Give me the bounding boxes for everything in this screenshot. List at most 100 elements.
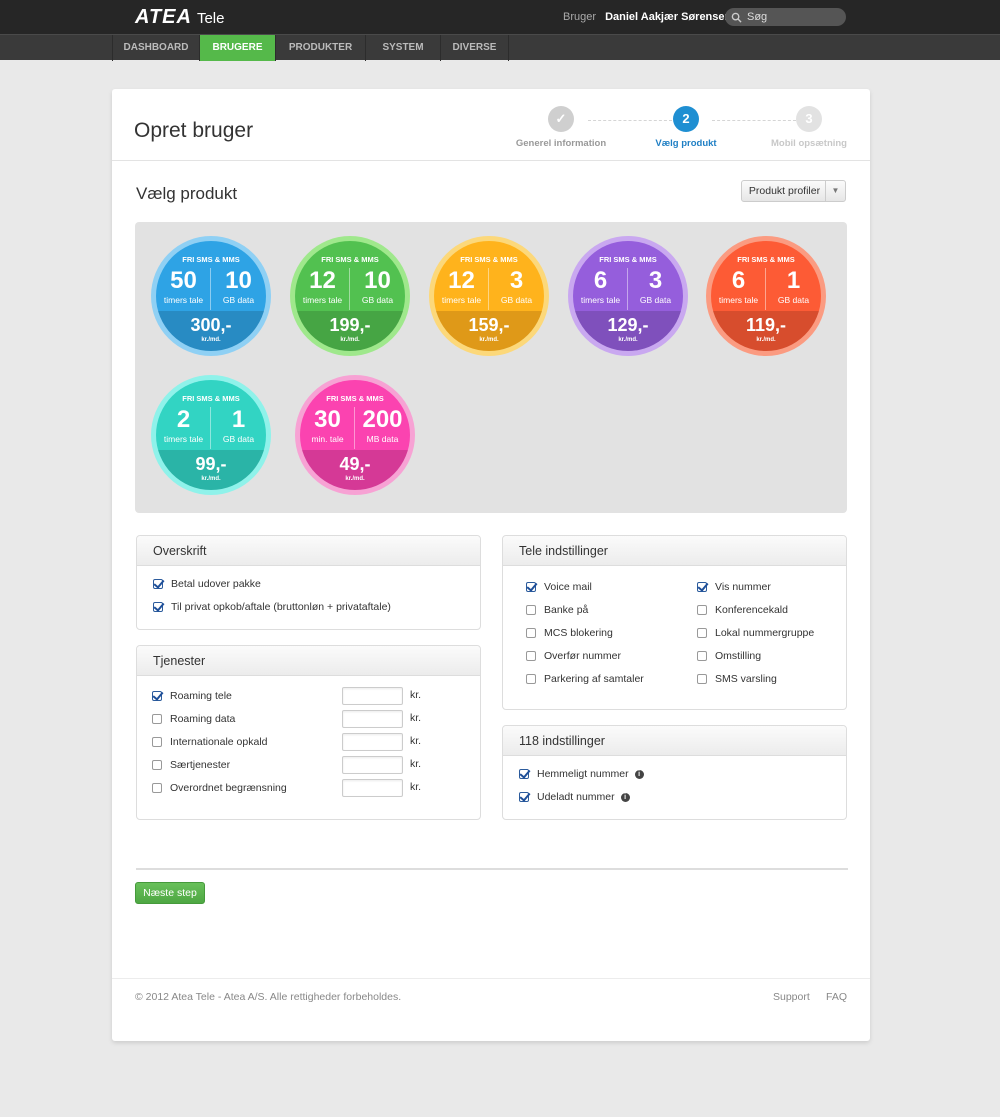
tele-option[interactable]: Banke på bbox=[526, 602, 588, 618]
step-label: Vælg produkt bbox=[655, 138, 717, 149]
product-tale-amount: 12 bbox=[448, 267, 475, 294]
step-generel-information[interactable]: ✓ Generel information bbox=[501, 106, 621, 149]
tab-dashboard[interactable]: DASHBOARD bbox=[112, 35, 200, 61]
product-price: 119,- bbox=[745, 315, 787, 335]
faq-link[interactable]: FAQ bbox=[826, 991, 847, 1003]
amount-input[interactable] bbox=[342, 710, 403, 728]
product-profile-dropdown[interactable]: Produkt profiler ▼ bbox=[741, 180, 846, 202]
tele-option[interactable]: Lokal nummergruppe bbox=[697, 625, 814, 641]
checkbox-hemmeligt-nummer[interactable]: Hemmeligt nummer i bbox=[519, 766, 644, 782]
tele-option[interactable]: Voice mail bbox=[526, 579, 592, 595]
product-data-unit: GB data bbox=[500, 295, 533, 305]
search-box[interactable] bbox=[725, 8, 846, 26]
product-card[interactable]: FRI SMS & MMS 30 min. tale 200 MB data 49,- kr… bbox=[295, 375, 415, 495]
service-row[interactable]: Overordnet begrænsning bbox=[152, 780, 287, 796]
product-price-unit: kr./md. bbox=[340, 337, 360, 343]
tele-option[interactable]: Overfør nummer bbox=[526, 648, 621, 664]
product-price: 300,- bbox=[190, 315, 232, 335]
product-data-unit: MB data bbox=[366, 434, 399, 444]
info-icon[interactable]: i bbox=[634, 769, 644, 779]
dropdown-label: Produkt profiler bbox=[748, 185, 821, 197]
checkbox[interactable] bbox=[526, 605, 536, 615]
amount-input[interactable] bbox=[342, 756, 403, 774]
logo[interactable]: ATEA Tele bbox=[135, 6, 225, 28]
product-card[interactable]: FRI SMS & MMS 6 timers tale 3 GB data 129,- kr… bbox=[568, 236, 688, 356]
tab-system[interactable]: SYSTEM bbox=[366, 35, 441, 61]
checkbox-label: Betal udover pakke bbox=[171, 578, 261, 590]
checkbox-udeladt-nummer[interactable]: Udeladt nummer i bbox=[519, 789, 630, 805]
product-price-unit: kr./md. bbox=[201, 476, 221, 482]
support-link[interactable]: Support bbox=[773, 991, 810, 1003]
product-data-amount: 10 bbox=[225, 267, 252, 294]
step-mobil-opsaetning[interactable]: 3 Mobil opsætning bbox=[749, 106, 869, 149]
tele-option[interactable]: MCS blokering bbox=[526, 625, 613, 641]
top-bar: ATEA Tele Bruger Daniel Aakjær Sørensen bbox=[0, 0, 1000, 34]
checkbox-label: Omstilling bbox=[715, 650, 762, 662]
product-card[interactable]: FRI SMS & MMS 12 timers tale 3 GB data 159,- k… bbox=[429, 236, 549, 356]
checkbox[interactable] bbox=[153, 602, 163, 612]
product-tale-amount: 6 bbox=[731, 267, 746, 294]
tab-brugere[interactable]: BRUGERE bbox=[200, 35, 276, 61]
product-card[interactable]: FRI SMS & MMS 12 timers tale 10 GB data 199,-… bbox=[290, 236, 410, 356]
checkbox[interactable] bbox=[697, 651, 707, 661]
checkbox[interactable] bbox=[697, 605, 707, 615]
search-input[interactable] bbox=[747, 11, 842, 23]
amount-input[interactable] bbox=[342, 733, 403, 751]
checkbox[interactable] bbox=[526, 674, 536, 684]
checkbox-betal-udover-pakke[interactable]: Betal udover pakke bbox=[153, 576, 261, 592]
checkbox[interactable] bbox=[697, 674, 707, 684]
checkbox[interactable] bbox=[152, 783, 162, 793]
user-name[interactable]: Daniel Aakjær Sørensen bbox=[605, 11, 731, 23]
checkbox[interactable] bbox=[697, 628, 707, 638]
service-row[interactable]: Særtjenester bbox=[152, 757, 230, 773]
checkbox[interactable] bbox=[526, 651, 536, 661]
product-tale-unit: min. tale bbox=[311, 434, 344, 444]
tele-option[interactable]: Parkering af samtaler bbox=[526, 671, 644, 687]
checkbox[interactable] bbox=[153, 579, 163, 589]
product-data-unit: GB data bbox=[222, 434, 255, 444]
divider bbox=[136, 868, 848, 870]
amount-input[interactable] bbox=[342, 779, 403, 797]
checkbox[interactable] bbox=[519, 792, 529, 802]
product-card[interactable]: FRI SMS & MMS 6 timers tale 1 GB data 119,- kr… bbox=[706, 236, 826, 356]
product-data-unit: GB data bbox=[222, 295, 255, 305]
product-card[interactable]: FRI SMS & MMS 50 timers tale 10 GB data 300,-… bbox=[151, 236, 271, 356]
tele-option[interactable]: SMS varsling bbox=[697, 671, 777, 687]
checkbox[interactable] bbox=[152, 691, 162, 701]
step-vaelg-produkt[interactable]: 2 Vælg produkt bbox=[626, 106, 746, 149]
service-row[interactable]: Roaming tele bbox=[152, 688, 232, 704]
product-tale-unit: timers tale bbox=[580, 295, 621, 305]
amount-input[interactable] bbox=[342, 687, 403, 705]
checkbox[interactable] bbox=[697, 582, 707, 592]
checkbox-label: Hemmeligt nummer bbox=[537, 768, 629, 780]
tele-option[interactable]: Konferencekald bbox=[697, 602, 788, 618]
tab-produkter[interactable]: PRODUKTER bbox=[276, 35, 366, 61]
product-data-amount: 3 bbox=[648, 267, 663, 294]
checkbox-label: Til privat opkob/aftale (bruttonløn + pr… bbox=[171, 601, 391, 613]
next-step-button[interactable]: Næste step bbox=[135, 882, 205, 904]
checkbox[interactable] bbox=[526, 582, 536, 592]
checkbox-label: Roaming tele bbox=[170, 690, 232, 702]
product-tale-amount: 30 bbox=[314, 406, 341, 433]
panel-title: Tjenester bbox=[137, 646, 480, 676]
service-row[interactable]: Roaming data bbox=[152, 711, 235, 727]
copyright-text: © 2012 Atea Tele - Atea A/S. Alle rettig… bbox=[135, 991, 402, 1003]
checkbox[interactable] bbox=[152, 714, 162, 724]
product-badge: FRI SMS & MMS bbox=[326, 394, 384, 403]
tele-option[interactable]: Vis nummer bbox=[697, 579, 771, 595]
panel-title: Overskrift bbox=[137, 536, 480, 566]
checkbox[interactable] bbox=[152, 760, 162, 770]
checkbox-til-privat[interactable]: Til privat opkob/aftale (bruttonløn + pr… bbox=[153, 599, 391, 615]
product-tale-unit: timers tale bbox=[163, 434, 204, 444]
checkbox-label: Overfør nummer bbox=[544, 650, 622, 662]
product-card[interactable]: FRI SMS & MMS 2 timers tale 1 GB data 99,- kr.… bbox=[151, 375, 271, 495]
tele-option[interactable]: Omstilling bbox=[697, 648, 761, 664]
service-row[interactable]: Internationale opkald bbox=[152, 734, 268, 750]
info-icon[interactable]: i bbox=[620, 792, 630, 802]
checkbox[interactable] bbox=[519, 769, 529, 779]
main-nav: DASHBOARD BRUGERE PRODUKTER SYSTEM DIVER… bbox=[0, 34, 1000, 61]
product-circle: FRI SMS & MMS 12 timers tale 3 GB data 159,- k… bbox=[434, 241, 544, 351]
tab-diverse[interactable]: DIVERSE bbox=[441, 35, 509, 61]
checkbox[interactable] bbox=[152, 737, 162, 747]
checkbox[interactable] bbox=[526, 628, 536, 638]
